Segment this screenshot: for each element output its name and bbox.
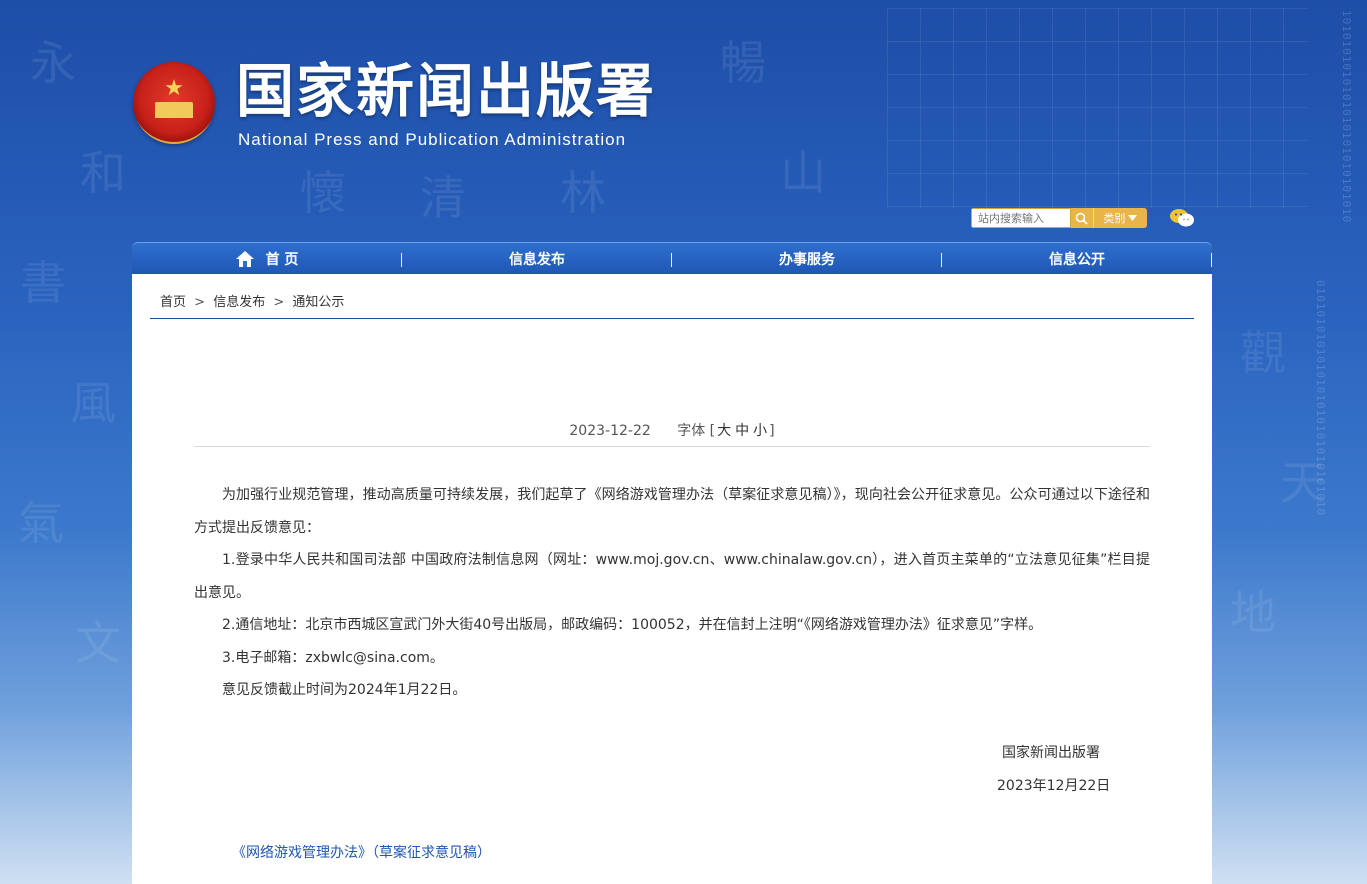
nav-item-services[interactable]: 办事服务 bbox=[672, 243, 942, 275]
article-paragraph: 1.登录中华人民共和国司法部 中国政府法制信息网（网址：www.moj.gov.… bbox=[194, 552, 1150, 601]
nav-item-label: 信息公开 bbox=[1049, 252, 1105, 268]
category-label: 类别 bbox=[1103, 212, 1126, 225]
background-binary-strip: 0101010101010101010101010101010 bbox=[1314, 280, 1327, 517]
font-size-large[interactable]: 大 bbox=[717, 423, 731, 439]
search-bar: 类别 bbox=[971, 208, 1147, 228]
wechat-icon[interactable] bbox=[1168, 207, 1196, 229]
article-body: 为加强行业规范管理，推动高质量可持续发展，我们起草了《网络游戏管理办法（草案征求… bbox=[194, 479, 1150, 707]
search-input[interactable] bbox=[971, 208, 1071, 228]
article-paragraph: 为加强行业规范管理，推动高质量可持续发展，我们起草了《网络游戏管理办法（草案征求… bbox=[194, 487, 1150, 536]
nav-item-info-disclosure[interactable]: 信息公开 bbox=[942, 243, 1212, 275]
caret-down-icon bbox=[1128, 215, 1138, 221]
font-size-medium[interactable]: 中 bbox=[735, 423, 749, 439]
article-paragraph: 2.通信地址：北京市西城区宣武门外大街40号出版局，邮政编码：100052，并在… bbox=[222, 617, 1043, 633]
background-character-grid bbox=[887, 8, 1307, 208]
star-icon: ★ bbox=[164, 76, 184, 101]
breadcrumb-home[interactable]: 首页 bbox=[160, 295, 186, 310]
nav-item-label: 信息发布 bbox=[509, 252, 565, 268]
main-content: 首页 > 信息发布 > 通知公示 2023-12-22 字体 [大中小] 为加强… bbox=[132, 274, 1212, 884]
font-size-label: 字体 bbox=[677, 423, 706, 439]
font-size-bracket-close: ] bbox=[769, 423, 775, 439]
signature-date: 2023年12月22日 bbox=[997, 778, 1111, 794]
category-dropdown[interactable]: 类别 bbox=[1092, 208, 1147, 228]
nav-item-label: 办事服务 bbox=[779, 252, 835, 268]
breadcrumb-notices[interactable]: 通知公示 bbox=[292, 295, 344, 310]
font-size-bracket-open: [ bbox=[709, 423, 716, 439]
nav-item-label: 首 页 bbox=[265, 252, 299, 268]
site-subtitle: National Press and Publication Administr… bbox=[238, 130, 627, 149]
signature-organization: 国家新闻出版署 bbox=[1002, 745, 1100, 761]
national-emblem-logo: ★ bbox=[133, 62, 215, 144]
nav-item-home[interactable]: 首 页 bbox=[132, 243, 402, 275]
article-meta: 2023-12-22 字体 [大中小] bbox=[194, 420, 1150, 440]
home-icon bbox=[235, 251, 254, 267]
nav-item-info-release[interactable]: 信息发布 bbox=[402, 243, 672, 275]
search-icon bbox=[1076, 212, 1088, 225]
meta-divider bbox=[194, 446, 1150, 447]
background-binary-strip: 1010101010101010101010101010 bbox=[1340, 10, 1353, 224]
article-paragraph: 3.电子邮箱：zxbwlc@sina.com。 bbox=[222, 649, 444, 666]
breadcrumb-separator: > bbox=[273, 295, 285, 310]
main-nav: 首 页 信息发布 办事服务 信息公开 bbox=[132, 242, 1212, 275]
search-button[interactable] bbox=[1071, 208, 1093, 228]
breadcrumb: 首页 > 信息发布 > 通知公示 bbox=[160, 291, 344, 310]
breadcrumb-info-release[interactable]: 信息发布 bbox=[213, 295, 265, 310]
site-title: 国家新闻出版署 bbox=[236, 57, 657, 125]
font-size-small[interactable]: 小 bbox=[753, 423, 767, 439]
article-date: 2023-12-22 bbox=[569, 423, 651, 439]
breadcrumb-divider bbox=[150, 318, 1194, 319]
breadcrumb-separator: > bbox=[194, 295, 206, 310]
attachment-link[interactable]: 《网络游戏管理办法》（草案征求意见稿） bbox=[232, 842, 491, 862]
article-paragraph: 意见反馈截止时间为2024年1月22日。 bbox=[222, 682, 467, 698]
gate-icon bbox=[155, 102, 193, 118]
